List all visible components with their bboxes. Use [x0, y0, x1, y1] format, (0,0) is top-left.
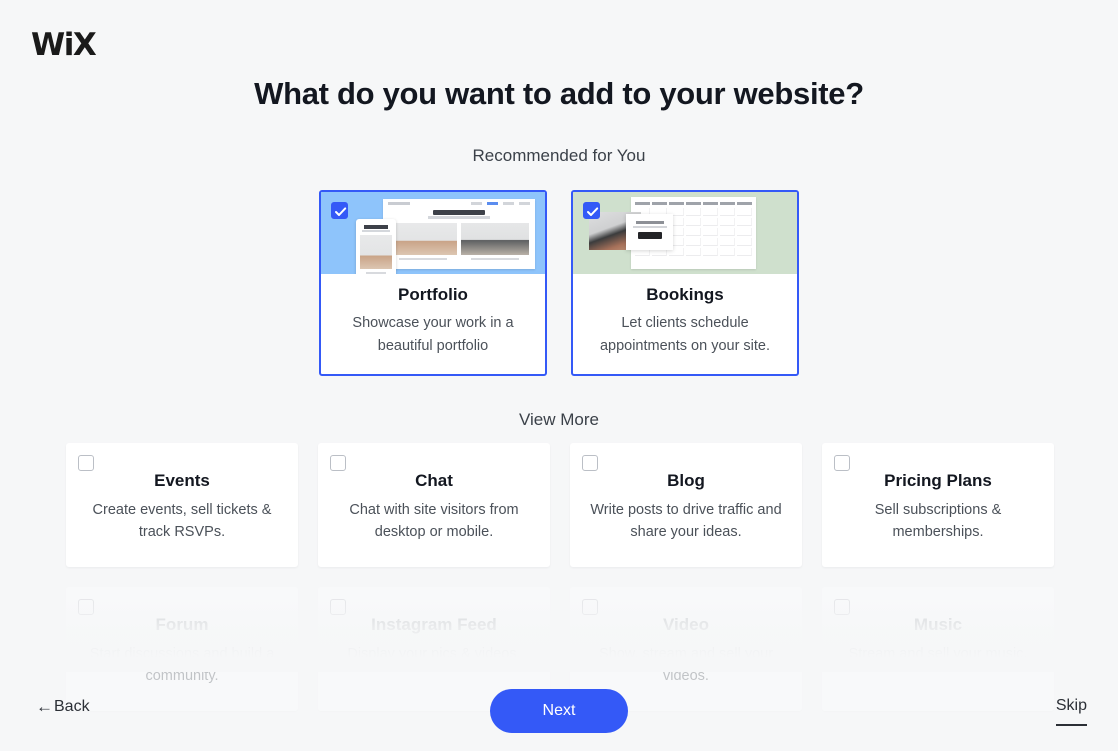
wix-logo[interactable]: WiX — [31, 30, 97, 61]
instagram-feed-description: Display your pics & videos. — [347, 646, 521, 662]
events-checkbox[interactable] — [78, 455, 94, 471]
skip-button[interactable]: Skip — [1055, 697, 1087, 726]
chat-description: Chat with site visitors from desktop or … — [349, 502, 519, 541]
mock-book-button — [637, 231, 662, 239]
back-button-label: Back — [54, 698, 90, 715]
portfolio-title: Portfolio — [398, 285, 468, 304]
chat-checkbox[interactable] — [330, 455, 346, 471]
blog-description: Write posts to drive traffic and share y… — [590, 502, 782, 541]
view-more-section-label: View More — [519, 410, 599, 429]
recommended-card-bookings[interactable]: Bookings Let clients schedule appointmen… — [571, 190, 799, 376]
bookings-popup-mock — [626, 214, 673, 250]
app-card-chat[interactable]: Chat Chat with site visitors from deskto… — [318, 443, 550, 567]
video-checkbox[interactable] — [582, 599, 598, 615]
pricing-plans-checkbox[interactable] — [834, 455, 850, 471]
blog-checkbox[interactable] — [582, 455, 598, 471]
mock-nav — [471, 202, 530, 205]
checkmark-icon — [587, 207, 599, 216]
page-title: What do you want to add to your website? — [254, 76, 864, 111]
app-card-pricing-plans[interactable]: Pricing Plans Sell subscriptions & membe… — [822, 443, 1054, 567]
bookings-title: Bookings — [646, 285, 724, 304]
bookings-checkbox[interactable] — [583, 202, 600, 219]
mock-logo — [388, 202, 410, 205]
forum-checkbox[interactable] — [78, 599, 94, 615]
footer-bar: ← Back Next Skip — [0, 671, 1118, 751]
recommended-cards-row: Portfolio Showcase your work in a beauti… — [0, 190, 1118, 376]
pricing-plans-description: Sell subscriptions & memberships. — [874, 502, 1002, 541]
recommended-card-portfolio[interactable]: Portfolio Showcase your work in a beauti… — [319, 190, 547, 376]
mock-site-title — [433, 210, 485, 215]
recommended-section-label: Recommended for You — [472, 146, 646, 165]
skip-underline — [1055, 724, 1087, 726]
pricing-plans-title: Pricing Plans — [884, 471, 992, 490]
app-card-blog[interactable]: Blog Write posts to drive traffic and sh… — [570, 443, 802, 567]
chat-title: Chat — [415, 471, 453, 490]
next-button[interactable]: Next — [490, 689, 628, 733]
forum-title: Forum — [155, 615, 209, 634]
music-checkbox[interactable] — [834, 599, 850, 615]
mock-site-subtitle — [428, 216, 490, 219]
bookings-description: Let clients schedule appointments on you… — [599, 315, 771, 354]
skip-button-label: Skip — [1055, 697, 1087, 714]
portfolio-mobile-mock — [356, 219, 396, 274]
events-title: Events — [154, 471, 210, 490]
arrow-left-icon: ← — [36, 697, 53, 716]
bookings-thumbnail — [573, 192, 797, 274]
blog-title: Blog — [667, 471, 705, 490]
instagram-feed-title: Instagram Feed — [371, 615, 497, 634]
instagram-feed-checkbox[interactable] — [330, 599, 346, 615]
app-card-events[interactable]: Events Create events, sell tickets & tra… — [66, 443, 298, 567]
mock-gallery-item — [461, 222, 529, 260]
music-description: Stream and sell your music. — [848, 646, 1028, 662]
portfolio-checkbox[interactable] — [331, 202, 348, 219]
portfolio-description: Showcase your work in a beautiful portfo… — [352, 315, 514, 354]
portfolio-thumbnail — [321, 192, 545, 274]
music-title: Music — [913, 615, 963, 634]
checkmark-icon — [335, 207, 347, 216]
video-title: Video — [663, 615, 709, 634]
mock-gallery-item — [389, 222, 457, 260]
portfolio-desktop-mock — [383, 199, 535, 269]
back-button[interactable]: ← Back — [36, 697, 90, 717]
events-description: Create events, sell tickets & track RSVP… — [92, 502, 272, 541]
